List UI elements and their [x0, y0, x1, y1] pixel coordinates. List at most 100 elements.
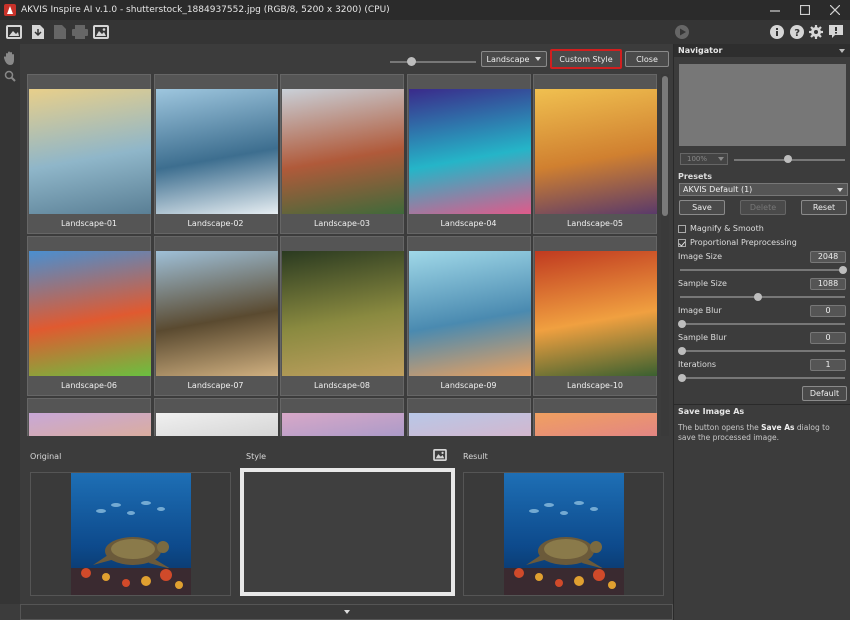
info-icon[interactable] — [769, 24, 785, 40]
param-value-field[interactable]: 2048 — [810, 251, 846, 263]
save-preset-button[interactable]: Save — [679, 200, 725, 215]
proportional-preprocessing-label: Proportional Preprocessing — [690, 238, 797, 247]
style-preview[interactable] — [240, 468, 455, 596]
style-thumbnail[interactable] — [533, 398, 657, 436]
style-thumbnail-image — [282, 89, 404, 214]
magnify-smooth-checkbox[interactable] — [678, 225, 686, 233]
style-thumbnail[interactable]: Landscape-10 — [533, 236, 657, 396]
magnify-smooth-label: Magnify & Smooth — [690, 224, 764, 233]
zoom-slider-knob[interactable] — [784, 155, 792, 163]
chevron-down-icon — [535, 57, 542, 61]
style-thumbnail[interactable] — [406, 398, 531, 436]
gallery-scrollbar[interactable] — [661, 74, 669, 436]
maximize-button[interactable] — [790, 0, 820, 20]
param-value-field[interactable]: 1088 — [810, 278, 846, 290]
maximize-icon — [800, 5, 810, 15]
zoom-select[interactable]: 100% — [680, 153, 728, 165]
style-thumbnail[interactable]: Landscape-07 — [153, 236, 278, 396]
style-thumbnail-image — [29, 251, 151, 376]
navigator-header[interactable]: Navigator — [674, 44, 850, 57]
hand-icon[interactable] — [2, 50, 18, 66]
minimize-button[interactable] — [760, 0, 790, 20]
delete-preset-label: Delete — [749, 203, 777, 212]
chevron-down-icon — [718, 157, 724, 161]
style-thumbnail[interactable] — [280, 398, 404, 436]
param-label: Iterations — [678, 360, 717, 369]
navigator-view[interactable] — [679, 64, 846, 146]
style-label: Style — [246, 452, 267, 461]
print-icon[interactable] — [72, 24, 88, 40]
style-thumbnail-image — [535, 89, 657, 214]
param-value-field[interactable]: 1 — [810, 359, 846, 371]
save-icon[interactable] — [52, 24, 68, 40]
run-icon[interactable] — [674, 24, 690, 40]
param-slider[interactable] — [680, 296, 845, 298]
zoom-icon[interactable] — [2, 68, 18, 84]
style-thumbnail-label: Landscape-04 — [440, 219, 497, 228]
presets-title: Presets — [678, 172, 713, 181]
chevron-down-icon — [343, 610, 350, 614]
thumbnail-size-slider[interactable] — [390, 61, 476, 63]
param-slider[interactable] — [680, 323, 845, 325]
feedback-icon[interactable] — [828, 24, 844, 40]
help-text: The button opens the Save As dialog to s… — [678, 423, 848, 443]
gallery-icon[interactable] — [93, 24, 109, 40]
param-label: Image Size — [678, 252, 723, 261]
close-window-button[interactable] — [820, 0, 850, 20]
preset-select[interactable]: AKVIS Default (1) — [679, 183, 848, 196]
custom-style-label: Custom Style — [559, 54, 613, 64]
param-slider-knob[interactable] — [678, 320, 686, 328]
default-button[interactable]: Default — [802, 386, 847, 401]
style-thumbnail[interactable]: Landscape-09 — [406, 236, 531, 396]
style-thumbnail[interactable]: Landscape-06 — [27, 236, 151, 396]
param-slider-knob[interactable] — [839, 266, 847, 274]
reset-preset-label: Reset — [812, 203, 836, 212]
gallery-scrollbar-thumb[interactable] — [662, 76, 668, 216]
reset-preset-button[interactable]: Reset — [801, 200, 847, 215]
style-thumbnail[interactable]: Landscape-04 — [406, 74, 531, 234]
style-thumbnail[interactable] — [153, 398, 278, 436]
style-thumbnail-image — [282, 413, 404, 436]
import-icon[interactable] — [30, 24, 46, 40]
style-thumbnail-image — [155, 89, 278, 214]
thumbnail-size-slider-knob[interactable] — [407, 57, 416, 66]
load-style-image-icon[interactable] — [432, 447, 448, 463]
style-thumbnail[interactable] — [27, 398, 151, 436]
title-bar: AKVIS Inspire AI v.1.0 - shutterstock_18… — [0, 0, 850, 20]
close-icon — [830, 5, 840, 15]
param-value-field[interactable]: 0 — [810, 305, 846, 317]
param-label: Sample Size — [678, 279, 727, 288]
param-slider-knob[interactable] — [678, 374, 686, 382]
style-thumbnail[interactable]: Landscape-02 — [153, 74, 278, 234]
tool-strip — [0, 44, 20, 604]
style-thumbnail[interactable]: Landscape-08 — [280, 236, 404, 396]
app-logo-icon — [4, 4, 16, 16]
preset-select-value: AKVIS Default (1) — [683, 185, 753, 194]
param-value-field[interactable]: 0 — [810, 332, 846, 344]
param-slider[interactable] — [680, 350, 845, 352]
custom-style-button[interactable]: Custom Style — [550, 49, 622, 69]
param-slider-knob[interactable] — [678, 347, 686, 355]
close-gallery-button[interactable]: Close — [625, 51, 669, 67]
param-slider[interactable] — [680, 269, 845, 271]
style-thumbnail-image — [408, 89, 531, 214]
result-preview — [463, 472, 664, 596]
style-thumbnail[interactable]: Landscape-03 — [280, 74, 404, 234]
open-image-icon[interactable] — [6, 24, 22, 40]
param-slider-knob[interactable] — [753, 293, 762, 301]
delete-preset-button[interactable]: Delete — [740, 200, 786, 215]
style-thumbnail[interactable]: Landscape-01 — [27, 74, 151, 234]
settings-icon[interactable] — [808, 24, 824, 40]
param-slider[interactable] — [680, 377, 845, 379]
toolbar: ? — [0, 20, 850, 44]
proportional-preprocessing-checkbox[interactable] — [678, 239, 686, 247]
category-select[interactable]: Landscape — [481, 51, 547, 67]
style-thumbnail[interactable]: Landscape-05 — [533, 74, 657, 234]
settings-panel: Navigator 100% Presets AKVIS Default (1)… — [673, 44, 850, 620]
style-thumbnail-label: Landscape-10 — [566, 381, 624, 390]
help-text-bold: Save As — [761, 423, 795, 432]
help-icon[interactable]: ? — [789, 24, 805, 40]
style-thumbnail-image — [29, 89, 151, 214]
help-title: Save Image As — [678, 407, 745, 416]
collapse-panel-bar[interactable] — [20, 604, 673, 620]
